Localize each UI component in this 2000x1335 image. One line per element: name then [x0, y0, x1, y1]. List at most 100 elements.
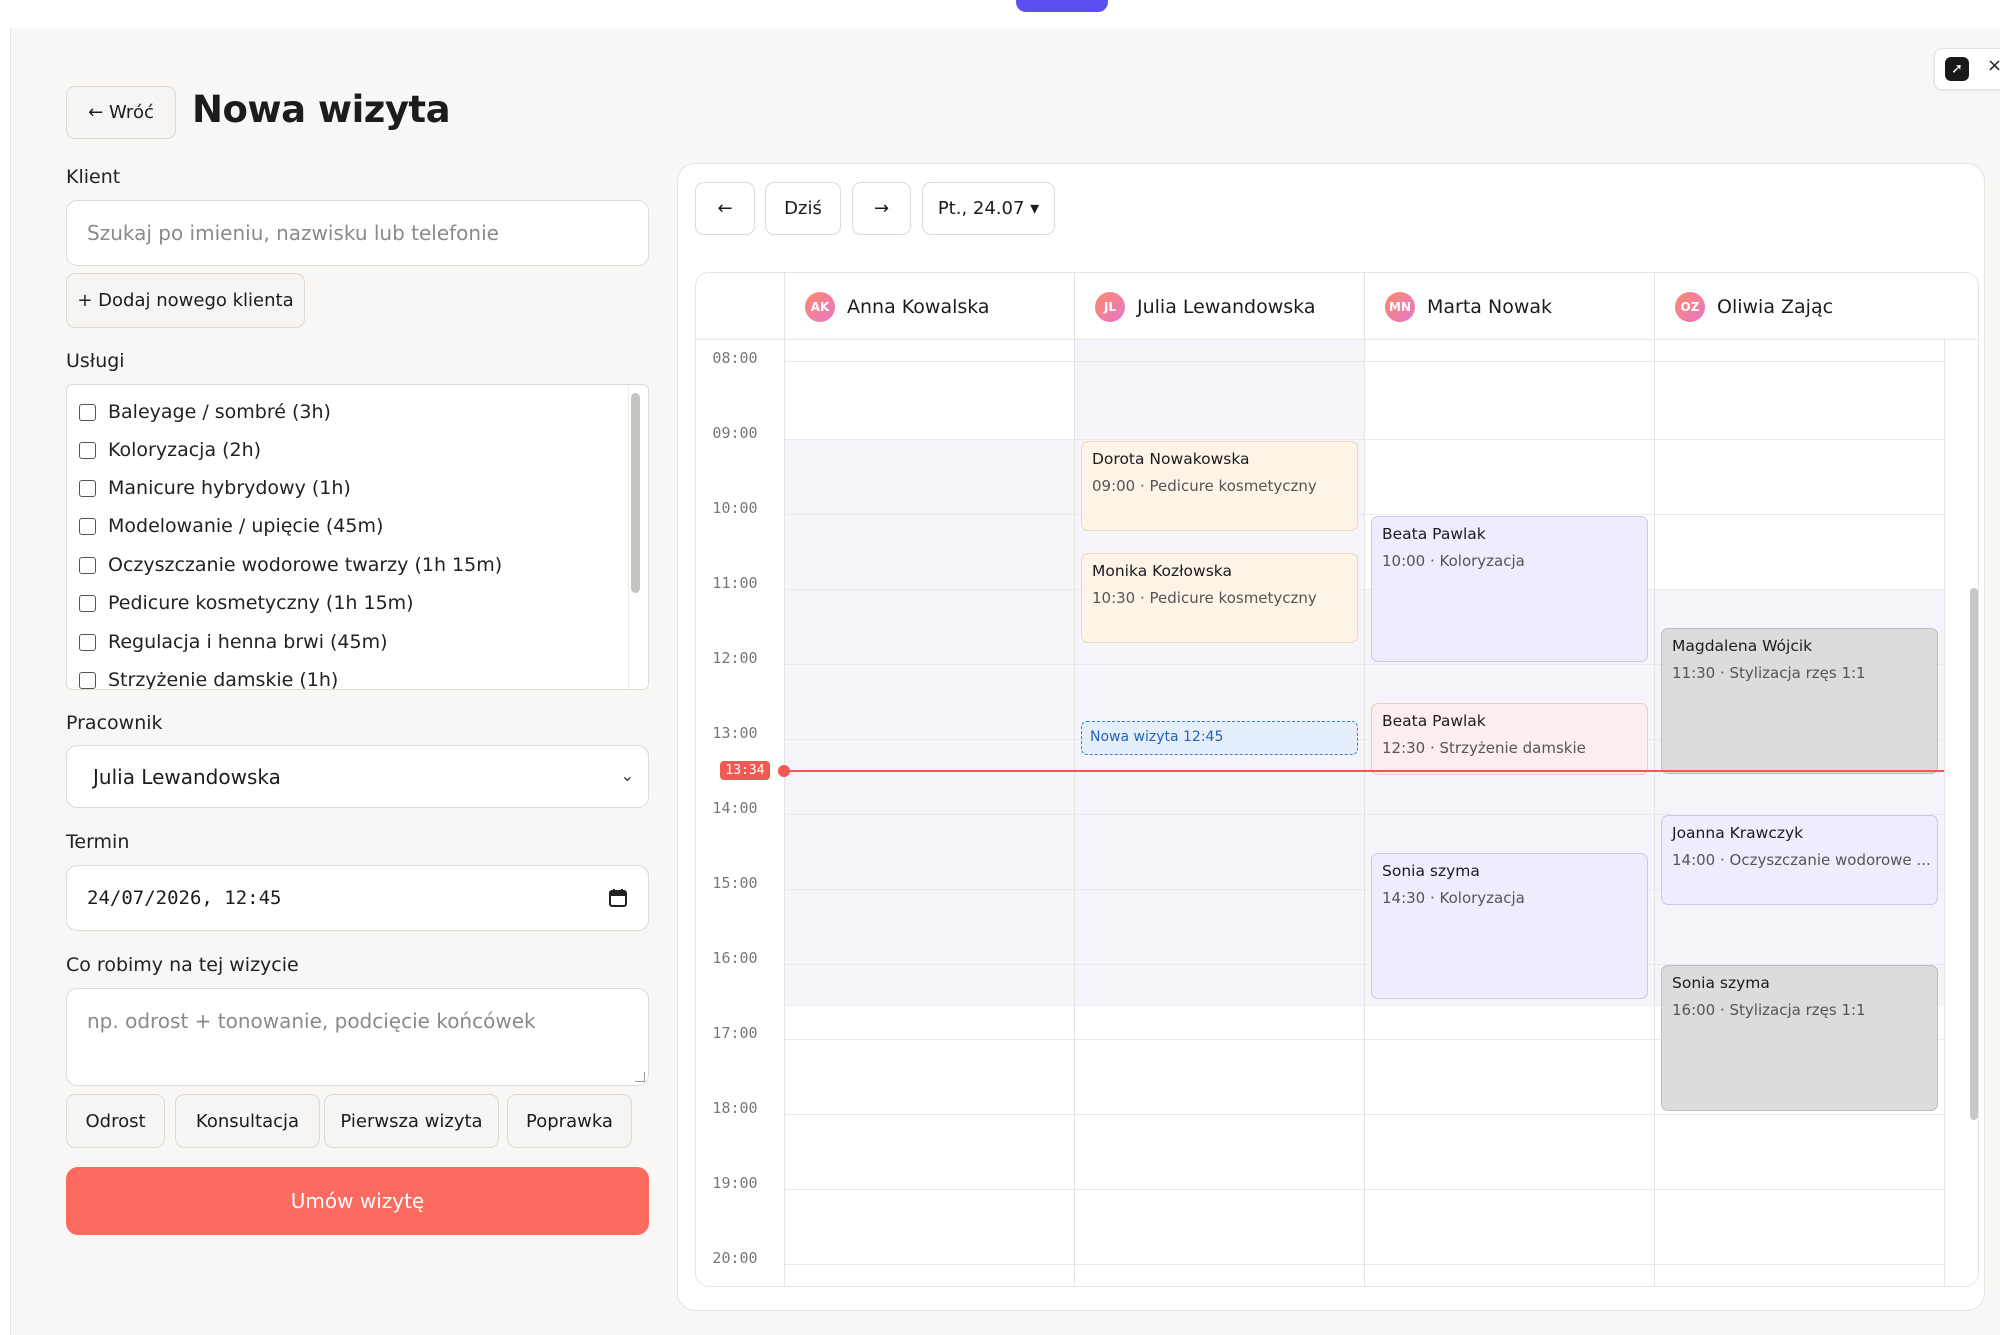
appointment-card[interactable]: Joanna Krawczyk 14:00 · Oczyszczanie wod…	[1661, 815, 1938, 905]
service-item[interactable]: Oczyszczanie wodorowe twarzy (1h 15m)	[79, 554, 502, 576]
today-button[interactable]: Dziś	[765, 182, 841, 235]
service-item[interactable]: Modelowanie / upięcie (45m)	[79, 515, 383, 537]
service-item[interactable]: Regulacja i henna brwi (45m)	[79, 631, 388, 653]
service-checkbox[interactable]	[79, 517, 96, 535]
hour-label: 10:00	[712, 499, 758, 517]
submit-button[interactable]: Umów wizytę	[66, 1167, 649, 1235]
appointment-client: Monika Kozłowska	[1092, 562, 1232, 580]
chip-pierwsza-wizyta[interactable]: Pierwsza wizyta	[324, 1094, 499, 1148]
new-appointment-slot[interactable]: Nowa wizyta 12:45	[1081, 721, 1358, 755]
term-datetime-input[interactable]: 24/07/2026, 12:45	[66, 865, 649, 931]
chip-poprawka[interactable]: Poprawka	[507, 1094, 632, 1148]
hour-label: 16:00	[712, 949, 758, 967]
back-button[interactable]: ← Wróć	[66, 86, 176, 139]
calendar-icon[interactable]	[608, 888, 628, 908]
service-item[interactable]: Strzyżenie damskie (1h)	[79, 669, 339, 690]
cursor-icon[interactable]: ➚	[1945, 57, 1969, 81]
staff-name: Julia Lewandowska	[1137, 295, 1316, 318]
current-time-badge: 13:34	[720, 761, 770, 780]
resize-handle-icon[interactable]	[635, 1072, 645, 1082]
staff-name: Marta Nowak	[1427, 295, 1553, 318]
top-bar-active-pill[interactable]	[1016, 0, 1108, 12]
floating-toolbar: ➚ ×	[1934, 48, 2000, 90]
appointment-card[interactable]: Beata Pawlak 12:30 · Strzyżenie damskie	[1371, 703, 1648, 775]
services-scrollbar[interactable]	[631, 393, 640, 593]
add-client-button[interactable]: + Dodaj nowego klienta	[66, 273, 305, 328]
appointment-detail: 14:30 · Koloryzacja	[1382, 889, 1525, 907]
avatar: OZ	[1675, 291, 1705, 322]
avatar: AK	[805, 291, 835, 322]
current-time-dot	[778, 765, 790, 777]
service-label: Baleyage / sombré (3h)	[108, 401, 331, 423]
avatar: MN	[1385, 291, 1415, 322]
appointment-detail: 14:00 · Oczyszczanie wodorowe ...	[1672, 851, 1931, 869]
arrow-right-icon: →	[873, 198, 890, 219]
calendar-scrollbar[interactable]	[1970, 588, 1978, 1120]
service-item[interactable]: Baleyage / sombré (3h)	[79, 401, 331, 423]
service-item[interactable]: Koloryzacja (2h)	[79, 439, 261, 461]
appointment-card[interactable]: Beata Pawlak 10:00 · Koloryzacja	[1371, 516, 1648, 662]
service-checkbox[interactable]	[79, 441, 96, 459]
notes-label: Co robimy na tej wizycie	[66, 954, 299, 976]
service-label: Oczyszczanie wodorowe twarzy (1h 15m)	[108, 554, 503, 576]
date-picker-button[interactable]: Pt., 24.07 ▾	[922, 182, 1055, 235]
hour-label: 18:00	[712, 1099, 758, 1117]
hour-label: 12:00	[712, 649, 758, 667]
service-item[interactable]: Pedicure kosmetyczny (1h 15m)	[79, 592, 414, 614]
hour-label: 15:00	[712, 874, 758, 892]
close-icon[interactable]: ×	[1987, 55, 2000, 76]
service-checkbox[interactable]	[79, 479, 96, 497]
notes-textarea[interactable]: np. odrost + tonowanie, podcięcie końców…	[66, 988, 649, 1086]
hour-label: 09:00	[712, 424, 758, 442]
service-checkbox[interactable]	[79, 633, 96, 651]
service-item[interactable]: Manicure hybrydowy (1h)	[79, 477, 351, 499]
hour-label: 08:00	[712, 349, 758, 367]
staff-column-header: MN Marta Nowak	[1364, 273, 1654, 340]
term-label: Termin	[66, 831, 130, 853]
appointment-card[interactable]: Sonia szyma 14:30 · Koloryzacja	[1371, 853, 1648, 999]
worker-label: Pracownik	[66, 712, 163, 734]
service-checkbox[interactable]	[79, 594, 96, 612]
staff-column-header: JL Julia Lewandowska	[1074, 273, 1364, 340]
staff-column-header: AK Anna Kowalska	[784, 273, 1074, 340]
worker-selected-value: Julia Lewandowska	[93, 764, 281, 789]
service-label: Strzyżenie damskie (1h)	[108, 669, 339, 690]
hour-label: 20:00	[712, 1249, 758, 1267]
notes-placeholder: np. odrost + tonowanie, podcięcie końców…	[87, 1009, 536, 1033]
client-label: Klient	[66, 166, 121, 188]
arrow-left-icon: ←	[717, 198, 733, 219]
appointment-card[interactable]: Sonia szyma 16:00 · Stylizacja rzęs 1:1	[1661, 965, 1938, 1111]
hour-label: 14:00	[712, 799, 758, 817]
hour-label: 19:00	[712, 1174, 758, 1192]
appointment-card[interactable]: Dorota Nowakowska 09:00 · Pedicure kosme…	[1081, 441, 1358, 531]
hour-label: 17:00	[712, 1024, 758, 1042]
appointment-detail: 10:00 · Koloryzacja	[1382, 552, 1525, 570]
top-bar	[0, 0, 2000, 28]
appointment-client: Sonia szyma	[1672, 974, 1770, 992]
chip-odrost[interactable]: Odrost	[66, 1094, 165, 1148]
service-label: Modelowanie / upięcie (45m)	[108, 515, 384, 537]
prev-day-button[interactable]: ←	[695, 182, 755, 235]
appointment-card[interactable]: Monika Kozłowska 10:30 · Pedicure kosmet…	[1081, 553, 1358, 643]
calendar-panel: ← Dziś → Pt., 24.07 ▾ 08:00 09:00 10:00 …	[677, 163, 1985, 1311]
services-list[interactable]: Baleyage / sombré (3h) Koloryzacja (2h) …	[66, 384, 649, 690]
day-schedule-grid: 08:00 09:00 10:00 11:00 12:00 13:00 14:0…	[695, 272, 1979, 1287]
appointment-detail: 09:00 · Pedicure kosmetyczny	[1092, 477, 1317, 495]
worker-select[interactable]: Julia Lewandowska ⌄	[66, 745, 649, 808]
service-label: Manicure hybrydowy (1h)	[108, 477, 351, 499]
chip-konsultacja[interactable]: Konsultacja	[175, 1094, 320, 1148]
service-checkbox[interactable]	[79, 556, 96, 574]
term-value: 24/07/2026, 12:45	[87, 887, 282, 909]
service-checkbox[interactable]	[79, 671, 96, 689]
avatar: JL	[1095, 291, 1125, 322]
next-day-button[interactable]: →	[852, 182, 911, 235]
staff-header-row: AK Anna Kowalska JL Julia Lewandowska MN…	[696, 273, 1978, 340]
working-hours-shade	[784, 439, 1074, 1007]
appointment-client: Joanna Krawczyk	[1672, 824, 1804, 842]
service-label: Pedicure kosmetyczny (1h 15m)	[108, 592, 414, 614]
service-checkbox[interactable]	[79, 403, 96, 421]
appointment-card[interactable]: Magdalena Wójcik 11:30 · Stylizacja rzęs…	[1661, 628, 1938, 774]
service-label: Regulacja i henna brwi (45m)	[108, 631, 388, 653]
client-search-input[interactable]: Szukaj po imieniu, nazwisku lub telefoni…	[66, 200, 649, 266]
service-label: Koloryzacja (2h)	[108, 439, 262, 461]
